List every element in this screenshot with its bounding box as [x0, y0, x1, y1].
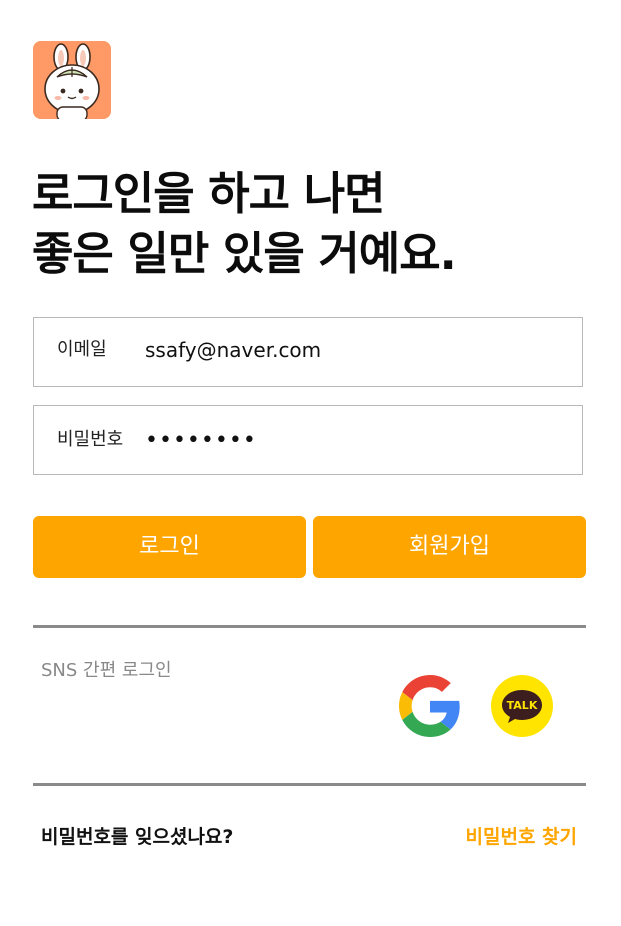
find-password-link[interactable]: 비밀번호 찾기	[466, 822, 578, 849]
forgot-password-text: 비밀번호를 잊으셨나요?	[41, 826, 234, 848]
headline-line-2: 좋은 일만 있을 거예요.	[32, 227, 457, 280]
password-field[interactable]: 비밀번호	[33, 405, 583, 475]
email-field[interactable]: 이메일	[33, 316, 583, 387]
google-login-button[interactable]	[399, 675, 461, 737]
page-headline: 로그인을 하고 나면 좋은 일만 있을 거예요.	[32, 164, 457, 284]
bunny-mascot-icon	[33, 41, 111, 119]
password-label: 비밀번호	[57, 429, 124, 450]
login-page: 로그인을 하고 나면 좋은 일만 있을 거예요. 이메일 비밀번호 로그인 회원…	[0, 0, 621, 926]
headline-line-1: 로그인을 하고 나면	[32, 167, 386, 220]
divider-top	[33, 625, 586, 628]
email-input[interactable]	[145, 316, 565, 384]
password-input[interactable]	[145, 406, 565, 474]
google-icon	[399, 675, 460, 737]
sns-login-label: SNS 간편 로그인	[41, 660, 172, 681]
email-label: 이메일	[57, 339, 107, 360]
divider-bottom	[33, 783, 586, 786]
kakao-login-button[interactable]: TALK	[491, 675, 553, 737]
kakao-talk-text: TALK	[507, 699, 538, 712]
signup-button[interactable]: 회원가입	[313, 516, 586, 578]
login-button[interactable]: 로그인	[33, 516, 306, 578]
